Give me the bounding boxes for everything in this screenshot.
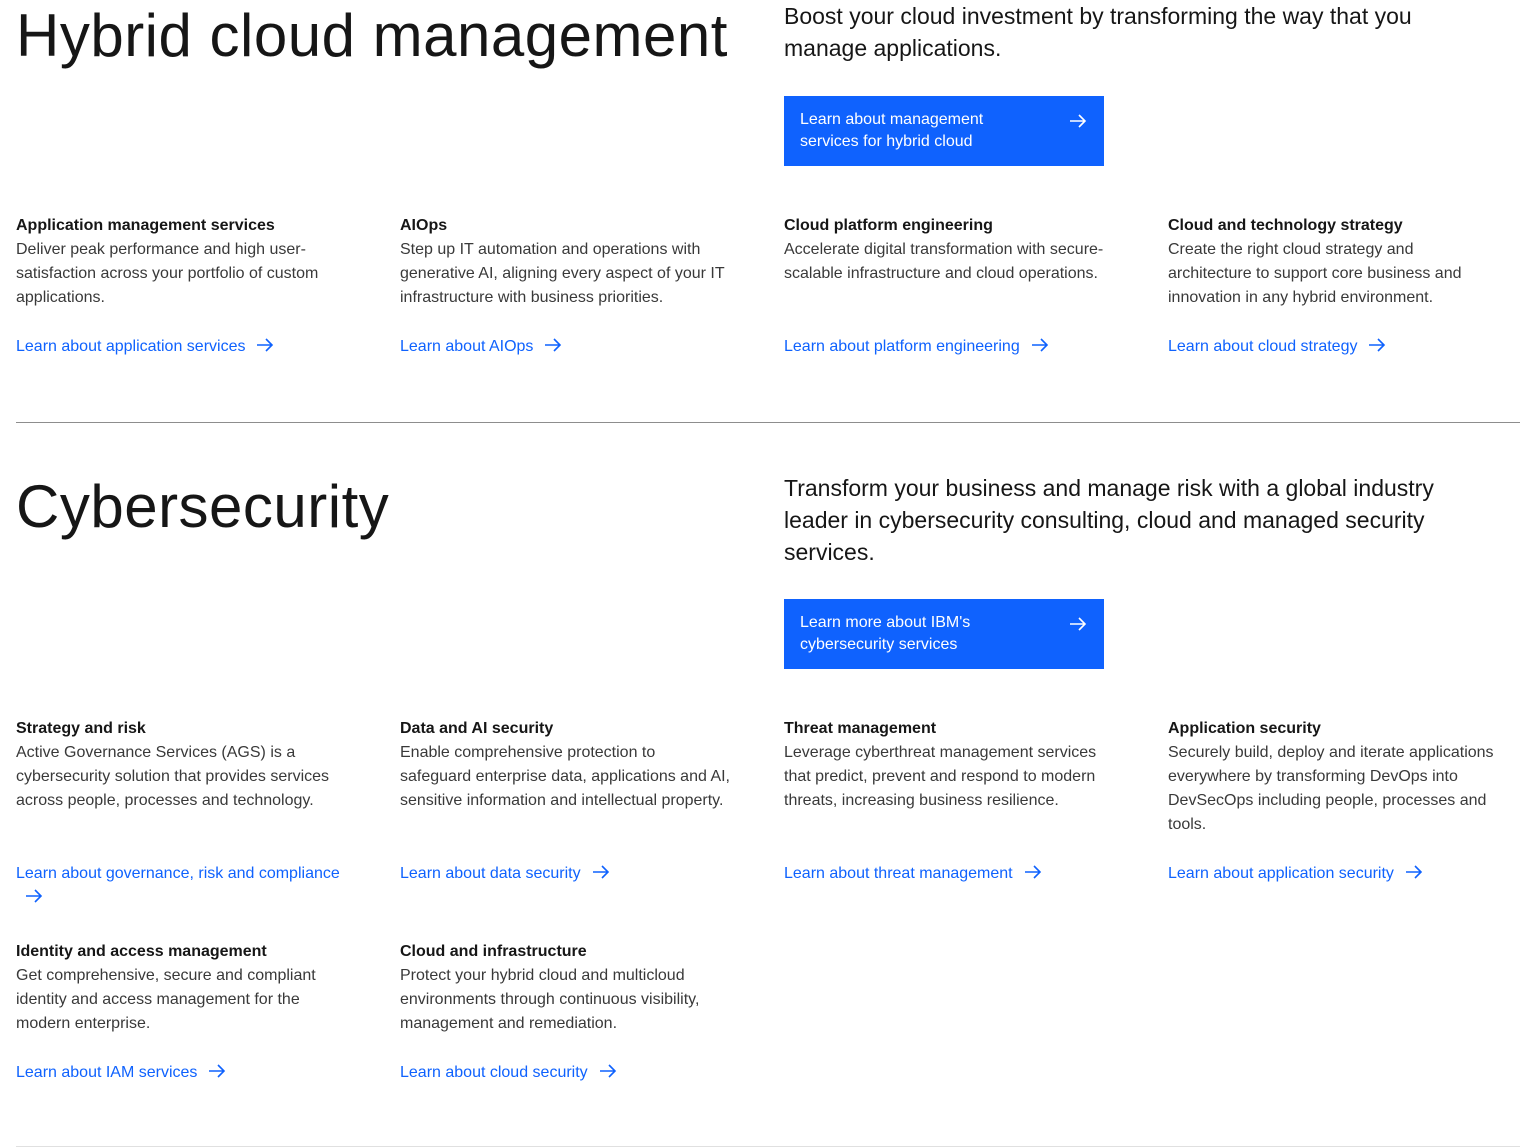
arrow-right-icon	[1369, 338, 1386, 352]
cybersecurity-cta-button[interactable]: Learn more about IBM's cybersecurity ser…	[784, 599, 1104, 669]
card-description: Accelerate digital transformation with s…	[784, 241, 1104, 282]
card-description: Active Governance Services (AGS) is a cy…	[16, 744, 330, 809]
card-cloud-technology-strategy: Cloud and technology strategy Create the…	[1168, 214, 1498, 355]
card-cloud-platform-engineering: Cloud platform engineering Accelerate di…	[784, 214, 1114, 355]
link-cloud-strategy[interactable]: Learn about cloud strategy	[1168, 335, 1387, 359]
cta-label-line-1: Learn about management	[800, 111, 984, 128]
card-description: Deliver peak performance and high user-s…	[16, 241, 319, 306]
card-identity-access-management: Identity and access management Get compr…	[16, 940, 346, 1081]
arrow-right-icon	[257, 338, 274, 352]
card-cloud-infrastructure: Cloud and infrastructure Protect your hy…	[400, 940, 730, 1081]
arrow-right-icon	[1070, 617, 1087, 631]
hybrid-cloud-heading: Hybrid cloud management	[16, 2, 728, 69]
card-threat-management: Threat management Leverage cyberthreat m…	[784, 717, 1114, 882]
arrow-right-icon	[26, 889, 43, 903]
card-title: Cloud platform engineering	[784, 217, 993, 234]
link-label: Learn about application services	[16, 338, 246, 355]
card-description: Protect your hybrid cloud and multicloud…	[400, 967, 700, 1032]
link-label: Learn about IAM services	[16, 1064, 198, 1081]
link-application-security[interactable]: Learn about application security	[1168, 862, 1424, 886]
section-divider	[16, 422, 1520, 423]
card-title: Strategy and risk	[16, 720, 146, 737]
link-threat-management[interactable]: Learn about threat management	[784, 862, 1043, 886]
card-application-security: Application security Securely build, dep…	[1168, 717, 1498, 882]
card-description: Step up IT automation and operations wit…	[400, 241, 725, 306]
link-governance-risk-compliance[interactable]: Learn about governance, risk and complia…	[16, 862, 356, 910]
cta-label-line-2: services for hybrid cloud	[800, 133, 973, 150]
link-data-security[interactable]: Learn about data security	[400, 862, 611, 886]
card-title: Application security	[1168, 720, 1321, 737]
arrow-right-icon	[1031, 338, 1048, 352]
link-platform-engineering[interactable]: Learn about platform engineering	[784, 335, 1050, 359]
link-iam-services[interactable]: Learn about IAM services	[16, 1061, 227, 1085]
link-application-services[interactable]: Learn about application services	[16, 335, 275, 359]
arrow-right-icon	[592, 865, 609, 879]
cybersecurity-heading: Cybersecurity	[16, 473, 390, 540]
arrow-right-icon	[209, 1064, 226, 1078]
link-label: Learn about application security	[1168, 865, 1394, 882]
card-title: Cloud and technology strategy	[1168, 217, 1403, 234]
cybersecurity-lead: Transform your business and manage risk …	[784, 475, 1434, 565]
card-title: AIOps	[400, 217, 448, 234]
link-label: Learn about cloud security	[400, 1064, 588, 1081]
card-data-ai-security: Data and AI security Enable comprehensiv…	[400, 717, 730, 882]
hybrid-cloud-lead: Boost your cloud investment by transform…	[784, 3, 1412, 61]
card-strategy-risk: Strategy and risk Active Governance Serv…	[16, 717, 346, 903]
arrow-right-icon	[599, 1064, 616, 1078]
link-label: Learn about AIOps	[400, 338, 534, 355]
hybrid-cloud-cta-button[interactable]: Learn about management services for hybr…	[784, 96, 1104, 166]
card-description: Get comprehensive, secure and compliant …	[16, 967, 316, 1032]
card-title: Identity and access management	[16, 943, 267, 960]
link-label: Learn about threat management	[784, 865, 1013, 882]
link-label: Learn about platform engineering	[784, 338, 1020, 355]
bottom-divider	[16, 1146, 1520, 1147]
card-aiops: AIOps Step up IT automation and operatio…	[400, 214, 730, 355]
link-label: Learn about data security	[400, 865, 581, 882]
arrow-right-icon	[1405, 865, 1423, 879]
link-aiops[interactable]: Learn about AIOps	[400, 335, 563, 359]
link-cloud-security[interactable]: Learn about cloud security	[400, 1061, 618, 1085]
card-description: Enable comprehensive protection to safeg…	[400, 744, 730, 809]
card-title: Threat management	[784, 720, 937, 737]
cta-label-line-2: cybersecurity services	[800, 636, 958, 653]
cta-label-line-1: Learn more about IBM's	[800, 614, 971, 631]
arrow-right-icon	[1024, 865, 1041, 879]
link-label: Learn about governance, risk and complia…	[16, 865, 340, 882]
card-application-management: Application management services Deliver …	[16, 214, 346, 355]
arrow-right-icon	[545, 338, 562, 352]
card-title: Application management services	[16, 217, 275, 234]
card-description: Securely build, deploy and iterate appli…	[1168, 744, 1494, 833]
card-title: Cloud and infrastructure	[400, 943, 587, 960]
card-title: Data and AI security	[400, 720, 554, 737]
card-description: Create the right cloud strategy and arch…	[1168, 241, 1462, 306]
link-label: Learn about cloud strategy	[1168, 338, 1358, 355]
card-description: Leverage cyberthreat management services…	[784, 744, 1097, 809]
arrow-right-icon	[1070, 114, 1087, 128]
